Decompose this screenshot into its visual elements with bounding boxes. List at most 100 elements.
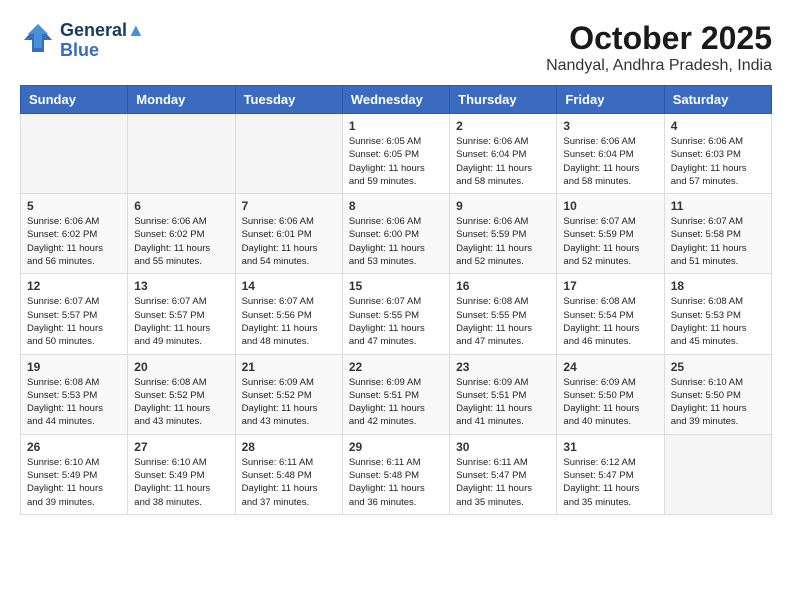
cell-content: Sunrise: 6:10 AM Sunset: 5:49 PM Dayligh… <box>27 456 121 509</box>
calendar-cell: 30 Sunrise: 6:11 AM Sunset: 5:47 PM Dayli… <box>450 434 557 514</box>
weekday-header: Friday <box>557 86 664 114</box>
calendar-cell: 24 Sunrise: 6:09 AM Sunset: 5:50 PM Dayli… <box>557 354 664 434</box>
day-number: 9 <box>456 199 550 213</box>
cell-content: Sunrise: 6:07 AM Sunset: 5:55 PM Dayligh… <box>349 295 443 348</box>
calendar-cell: 2 Sunrise: 6:06 AM Sunset: 6:04 PM Daylig… <box>450 114 557 194</box>
calendar-cell: 29 Sunrise: 6:11 AM Sunset: 5:48 PM Dayli… <box>342 434 449 514</box>
day-number: 28 <box>242 440 336 454</box>
logo-text-line2: Blue <box>60 41 145 61</box>
cell-content: Sunrise: 6:08 AM Sunset: 5:54 PM Dayligh… <box>563 295 657 348</box>
day-number: 22 <box>349 360 443 374</box>
calendar-week-row: 19Sunrise: 6:08 AM Sunset: 5:53 PM Dayli… <box>21 354 772 434</box>
calendar-cell: 31 Sunrise: 6:12 AM Sunset: 5:47 PM Dayli… <box>557 434 664 514</box>
calendar-cell: 7Sunrise: 6:06 AM Sunset: 6:01 PM Daylig… <box>235 194 342 274</box>
calendar-cell: 19Sunrise: 6:08 AM Sunset: 5:53 PM Dayli… <box>21 354 128 434</box>
cell-content: Sunrise: 6:07 AM Sunset: 5:57 PM Dayligh… <box>27 295 121 348</box>
day-number: 27 <box>134 440 228 454</box>
calendar-cell: 15 Sunrise: 6:07 AM Sunset: 5:55 PM Dayli… <box>342 274 449 354</box>
calendar-cell: 20Sunrise: 6:08 AM Sunset: 5:52 PM Dayli… <box>128 354 235 434</box>
calendar-cell: 8Sunrise: 6:06 AM Sunset: 6:00 PM Daylig… <box>342 194 449 274</box>
location-subtitle: Nandyal, Andhra Pradesh, India <box>546 57 772 75</box>
calendar-week-row: 12 Sunrise: 6:07 AM Sunset: 5:57 PM Dayli… <box>21 274 772 354</box>
calendar-cell: 21 Sunrise: 6:09 AM Sunset: 5:52 PM Dayli… <box>235 354 342 434</box>
calendar-cell: 6Sunrise: 6:06 AM Sunset: 6:02 PM Daylig… <box>128 194 235 274</box>
day-number: 23 <box>456 360 550 374</box>
cell-content: Sunrise: 6:06 AM Sunset: 5:59 PM Dayligh… <box>456 215 550 268</box>
logo: General▲ Blue <box>20 20 145 61</box>
calendar-cell <box>664 434 771 514</box>
logo-text-line1: General▲ <box>60 21 145 41</box>
day-number: 11 <box>671 199 765 213</box>
day-number: 31 <box>563 440 657 454</box>
cell-content: Sunrise: 6:08 AM Sunset: 5:53 PM Dayligh… <box>671 295 765 348</box>
month-title: October 2025 <box>546 20 772 57</box>
cell-content: Sunrise: 6:05 AM Sunset: 6:05 PM Dayligh… <box>349 135 443 188</box>
cell-content: Sunrise: 6:11 AM Sunset: 5:47 PM Dayligh… <box>456 456 550 509</box>
day-number: 13 <box>134 279 228 293</box>
cell-content: Sunrise: 6:06 AM Sunset: 6:03 PM Dayligh… <box>671 135 765 188</box>
calendar-cell: 23 Sunrise: 6:09 AM Sunset: 5:51 PM Dayli… <box>450 354 557 434</box>
day-number: 29 <box>349 440 443 454</box>
day-number: 21 <box>242 360 336 374</box>
calendar-cell <box>128 114 235 194</box>
cell-content: Sunrise: 6:10 AM Sunset: 5:49 PM Dayligh… <box>134 456 228 509</box>
cell-content: Sunrise: 6:09 AM Sunset: 5:51 PM Dayligh… <box>349 376 443 429</box>
cell-content: Sunrise: 6:07 AM Sunset: 5:58 PM Dayligh… <box>671 215 765 268</box>
calendar-cell: 26 Sunrise: 6:10 AM Sunset: 5:49 PM Dayli… <box>21 434 128 514</box>
calendar-cell: 4 Sunrise: 6:06 AM Sunset: 6:03 PM Daylig… <box>664 114 771 194</box>
day-number: 20 <box>134 360 228 374</box>
calendar-week-row: 1Sunrise: 6:05 AM Sunset: 6:05 PM Daylig… <box>21 114 772 194</box>
day-number: 16 <box>456 279 550 293</box>
calendar-cell: 28 Sunrise: 6:11 AM Sunset: 5:48 PM Dayli… <box>235 434 342 514</box>
cell-content: Sunrise: 6:10 AM Sunset: 5:50 PM Dayligh… <box>671 376 765 429</box>
calendar-cell: 17 Sunrise: 6:08 AM Sunset: 5:54 PM Dayli… <box>557 274 664 354</box>
weekday-header: Tuesday <box>235 86 342 114</box>
calendar-cell: 5Sunrise: 6:06 AM Sunset: 6:02 PM Daylig… <box>21 194 128 274</box>
cell-content: Sunrise: 6:11 AM Sunset: 5:48 PM Dayligh… <box>349 456 443 509</box>
cell-content: Sunrise: 6:09 AM Sunset: 5:52 PM Dayligh… <box>242 376 336 429</box>
cell-content: Sunrise: 6:06 AM Sunset: 6:04 PM Dayligh… <box>456 135 550 188</box>
day-number: 18 <box>671 279 765 293</box>
cell-content: Sunrise: 6:12 AM Sunset: 5:47 PM Dayligh… <box>563 456 657 509</box>
page-header: General▲ Blue October 2025 Nandyal, Andh… <box>20 20 772 75</box>
calendar-week-row: 26 Sunrise: 6:10 AM Sunset: 5:49 PM Dayli… <box>21 434 772 514</box>
day-number: 5 <box>27 199 121 213</box>
day-number: 3 <box>563 119 657 133</box>
calendar-week-row: 5Sunrise: 6:06 AM Sunset: 6:02 PM Daylig… <box>21 194 772 274</box>
cell-content: Sunrise: 6:09 AM Sunset: 5:50 PM Dayligh… <box>563 376 657 429</box>
title-area: October 2025 Nandyal, Andhra Pradesh, In… <box>546 20 772 75</box>
day-number: 19 <box>27 360 121 374</box>
cell-content: Sunrise: 6:06 AM Sunset: 6:00 PM Dayligh… <box>349 215 443 268</box>
logo-icon <box>20 20 56 56</box>
calendar-cell: 12 Sunrise: 6:07 AM Sunset: 5:57 PM Dayli… <box>21 274 128 354</box>
calendar-cell: 16 Sunrise: 6:08 AM Sunset: 5:55 PM Dayli… <box>450 274 557 354</box>
weekday-header: Wednesday <box>342 86 449 114</box>
calendar-cell: 11 Sunrise: 6:07 AM Sunset: 5:58 PM Dayli… <box>664 194 771 274</box>
day-number: 14 <box>242 279 336 293</box>
cell-content: Sunrise: 6:07 AM Sunset: 5:59 PM Dayligh… <box>563 215 657 268</box>
calendar-cell: 27 Sunrise: 6:10 AM Sunset: 5:49 PM Dayli… <box>128 434 235 514</box>
calendar-cell: 1Sunrise: 6:05 AM Sunset: 6:05 PM Daylig… <box>342 114 449 194</box>
day-number: 4 <box>671 119 765 133</box>
day-number: 7 <box>242 199 336 213</box>
calendar-cell: 14Sunrise: 6:07 AM Sunset: 5:56 PM Dayli… <box>235 274 342 354</box>
weekday-header: Sunday <box>21 86 128 114</box>
cell-content: Sunrise: 6:08 AM Sunset: 5:55 PM Dayligh… <box>456 295 550 348</box>
day-number: 10 <box>563 199 657 213</box>
cell-content: Sunrise: 6:07 AM Sunset: 5:57 PM Dayligh… <box>134 295 228 348</box>
weekday-header: Monday <box>128 86 235 114</box>
day-number: 30 <box>456 440 550 454</box>
day-number: 25 <box>671 360 765 374</box>
day-number: 17 <box>563 279 657 293</box>
day-number: 15 <box>349 279 443 293</box>
cell-content: Sunrise: 6:11 AM Sunset: 5:48 PM Dayligh… <box>242 456 336 509</box>
day-number: 26 <box>27 440 121 454</box>
day-number: 24 <box>563 360 657 374</box>
calendar-header-row: SundayMondayTuesdayWednesdayThursdayFrid… <box>21 86 772 114</box>
day-number: 12 <box>27 279 121 293</box>
cell-content: Sunrise: 6:09 AM Sunset: 5:51 PM Dayligh… <box>456 376 550 429</box>
calendar-cell: 13 Sunrise: 6:07 AM Sunset: 5:57 PM Dayli… <box>128 274 235 354</box>
day-number: 2 <box>456 119 550 133</box>
calendar-cell: 3Sunrise: 6:06 AM Sunset: 6:04 PM Daylig… <box>557 114 664 194</box>
calendar-cell: 25 Sunrise: 6:10 AM Sunset: 5:50 PM Dayli… <box>664 354 771 434</box>
